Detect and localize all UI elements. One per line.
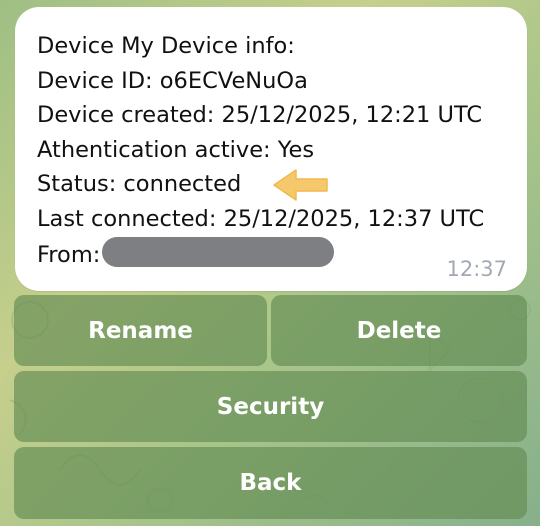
device-info-message-bubble: Device My Device info: Device ID: o6ECVe… [15,7,527,291]
from-line: From: [37,236,507,273]
authentication-active-line: Athentication active: Yes [37,136,315,163]
delete-button[interactable]: Delete [271,295,527,366]
redacted-source-block [102,236,335,267]
back-button[interactable]: Back [14,447,527,519]
device-name-line: Device My Device info: [37,33,295,59]
last-connected-line: Last connected: 25/12/2025, 12:37 UTC [37,205,485,232]
status-pointer-arrow-icon [273,169,328,201]
message-time: 12:37 [446,257,507,281]
device-created-line: Device created: 25/12/2025, 12:21 UTC [37,102,483,129]
security-button[interactable]: Security [14,371,527,442]
rename-button[interactable]: Rename [14,295,267,366]
from-label: From: [37,241,101,268]
device-id-line: Device ID: o6ECVeNuOa [37,67,308,94]
